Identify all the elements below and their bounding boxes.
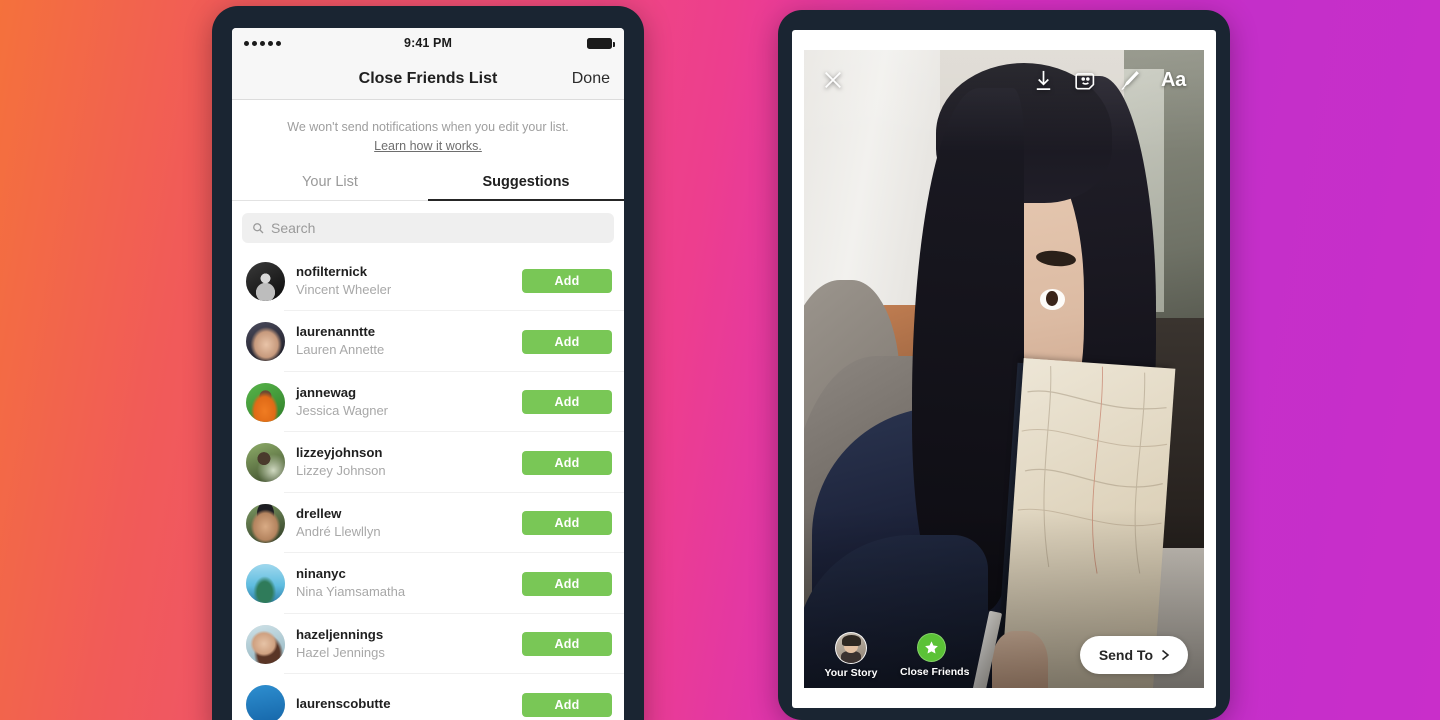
learn-how-it-works-link[interactable]: Learn how it works. (374, 139, 482, 153)
add-button[interactable]: Add (522, 692, 612, 717)
add-button[interactable]: Add (522, 269, 612, 293)
page-title: Close Friends List (358, 69, 498, 87)
story-bottom-bar: Your Story Close Friends Send To (804, 622, 1204, 688)
username: laurenscobutte (296, 695, 391, 711)
names: laurenscobutte (296, 696, 391, 714)
names: drellew André Llewllyn (296, 506, 381, 541)
battery-full-icon (587, 37, 615, 49)
ios-status-bar: 9:41 PM (232, 28, 624, 58)
names: lizzeyjohnson Lizzey Johnson (296, 445, 386, 480)
username: jannewag (296, 384, 357, 400)
avatar (246, 261, 285, 301)
fullname: Jessica Wagner (296, 402, 388, 418)
list-item[interactable]: drellew André Llewllyn Add (232, 493, 624, 554)
search-placeholder: Search (271, 219, 316, 236)
username: lizzeyjohnson (296, 445, 383, 461)
list-item[interactable]: lizzeyjohnson Lizzey Johnson Add (232, 432, 624, 493)
story-top-toolbar: Aa (804, 50, 1204, 110)
avatar (246, 564, 285, 603)
close-friends-badge (916, 632, 946, 662)
notice-text: We won't send notifications when you edi… (287, 120, 569, 134)
add-button[interactable]: Add (522, 571, 612, 596)
send-to-label: Send To (1098, 647, 1153, 663)
add-button[interactable]: Add (522, 632, 612, 656)
left-phone-frame: 9:41 PM Close Friends List Done We won't… (212, 6, 644, 720)
names: laurenanntte Lauren Annette (296, 324, 384, 359)
fullname: Vincent Wheeler (296, 281, 392, 297)
right-phone-frame: Aa Your Story Close Friends Send To (778, 10, 1230, 720)
avatar (246, 685, 285, 720)
names: hazeljennings Hazel Jennings (296, 627, 385, 662)
close-icon[interactable] (822, 69, 844, 91)
avatar (246, 322, 285, 361)
destination-close-friends[interactable]: Close Friends (900, 632, 970, 678)
avatar (246, 624, 285, 664)
fullname: Hazel Jennings (296, 644, 385, 660)
download-icon[interactable] (1032, 69, 1055, 92)
username: ninanyc (296, 566, 346, 582)
username: drellew (296, 505, 342, 521)
navigation-bar: Close Friends List Done (232, 58, 624, 100)
list-item[interactable]: nofilternick Vincent Wheeler Add (232, 251, 624, 312)
tab-your-list[interactable]: Your List (232, 168, 428, 200)
avatar-your-story (835, 631, 867, 664)
add-button[interactable]: Add (522, 511, 612, 535)
story-composer: Aa Your Story Close Friends Send To (804, 50, 1204, 688)
avatar (246, 503, 285, 543)
list-item[interactable]: jannewag Jessica Wagner Add (232, 372, 624, 433)
edit-notice: We won't send notifications when you edi… (232, 100, 624, 168)
username: laurenanntte (296, 324, 376, 340)
search-input[interactable]: Search (242, 212, 614, 243)
add-button[interactable]: Add (522, 390, 612, 414)
search-icon (253, 222, 264, 234)
send-to-button[interactable]: Send To (1079, 636, 1188, 674)
chevron-right-icon (1161, 649, 1170, 661)
sticker-icon[interactable] (1075, 69, 1098, 92)
list-item[interactable]: laurenscobutte Add (232, 674, 624, 720)
list-item[interactable]: laurenanntte Lauren Annette Add (232, 311, 624, 372)
username: nofilternick (296, 263, 368, 279)
names: nofilternick Vincent Wheeler (296, 264, 391, 299)
destination-label: Close Friends (900, 665, 970, 678)
fullname: Lauren Annette (296, 342, 385, 358)
star-icon (924, 640, 938, 653)
story-photo (804, 50, 1204, 688)
story-tools: Aa (1032, 69, 1186, 92)
fullname: Lizzey Johnson (296, 463, 386, 479)
status-bar-time: 9:41 PM (404, 36, 452, 50)
right-phone-screen: Aa Your Story Close Friends Send To (792, 30, 1216, 708)
suggestions-list: nofilternick Vincent Wheeler Add laurena… (232, 251, 624, 720)
add-button[interactable]: Add (522, 450, 612, 475)
search-container: Search (232, 201, 624, 251)
list-item[interactable]: hazeljennings Hazel Jennings Add (232, 614, 624, 675)
tab-bar: Your List Suggestions (232, 168, 624, 201)
avatar (246, 382, 285, 422)
pen-brush-icon[interactable] (1118, 69, 1141, 92)
add-button[interactable]: Add (522, 329, 612, 354)
avatar (246, 443, 285, 482)
tab-suggestions[interactable]: Suggestions (428, 168, 624, 201)
done-button[interactable]: Done (572, 70, 610, 88)
fullname: André Llewllyn (296, 523, 381, 539)
text-tool-button[interactable]: Aa (1161, 69, 1186, 92)
destination-your-story[interactable]: Your Story (820, 631, 882, 679)
left-phone-screen: 9:41 PM Close Friends List Done We won't… (232, 28, 624, 720)
list-item[interactable]: ninanyc Nina Yiamsamatha Add (232, 553, 624, 614)
names: jannewag Jessica Wagner (296, 385, 388, 420)
username: hazeljennings (296, 626, 384, 642)
names: ninanyc Nina Yiamsamatha (296, 566, 405, 601)
destination-label: Your Story (824, 666, 878, 679)
fullname: Nina Yiamsamatha (296, 584, 406, 600)
